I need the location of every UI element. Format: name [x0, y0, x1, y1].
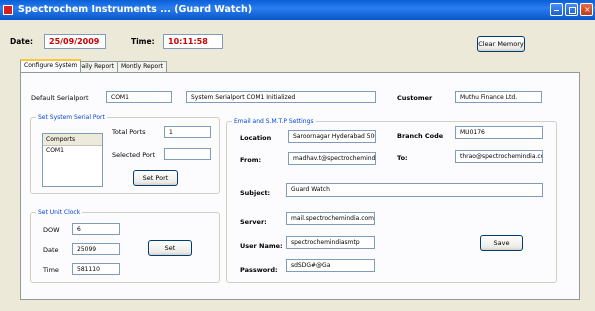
set-clock-button[interactable]: Set [148, 240, 192, 256]
server-field[interactable]: mail.spectrochemindia.com [286, 212, 375, 225]
smtp-settings-group-title: Email and S.M.T.P Settings [232, 117, 316, 126]
tab-configure-system[interactable]: Configure System [20, 59, 82, 73]
comports-list[interactable]: Comports COM1 [42, 133, 103, 187]
unit-clock-group-title: Set Unit Clock [36, 208, 83, 217]
clock-date-field[interactable]: 25099 [72, 243, 120, 255]
subject-field[interactable]: Guard Watch [286, 183, 543, 197]
maximize-button[interactable] [565, 3, 578, 16]
list-item[interactable]: COM1 [43, 146, 102, 155]
location-field[interactable]: Saroornagar Hyderabad 5000 [288, 130, 376, 143]
from-field[interactable]: madhav.t@spectrochemindia [288, 152, 376, 165]
dow-field[interactable]: 6 [72, 223, 120, 235]
clock-time-field[interactable]: 581110 [72, 263, 120, 275]
to-label: To: [397, 154, 408, 162]
close-icon: × [584, 5, 591, 14]
clock-date-label: Date [43, 246, 59, 254]
save-button[interactable]: Save [480, 235, 523, 251]
date-display: 25/09/2009 [44, 34, 106, 49]
set-port-button[interactable]: Set Port [133, 170, 178, 186]
minimize-button[interactable] [550, 3, 563, 16]
username-label: User Name: [240, 242, 283, 250]
total-ports-label: Total Ports [112, 128, 146, 136]
selected-port-label: Selected Port [112, 151, 156, 159]
customer-field[interactable]: Muthu Finance Ltd. [455, 91, 542, 103]
default-serialport-label: Default Serialport [31, 94, 89, 102]
serial-status-field: System Serialport COM1 Initialized [186, 91, 376, 103]
tab-montly-report[interactable]: Montly Report [117, 61, 168, 72]
smtp-settings-group: Email and S.M.T.P Settings [226, 117, 557, 283]
username-field[interactable]: spectrochemindiasmtp [286, 236, 375, 249]
dow-label: DOW [43, 226, 60, 234]
minimize-icon [554, 10, 559, 11]
location-label: Location [240, 134, 272, 142]
password-field[interactable]: sdSDG#@Ga [286, 259, 375, 272]
title-bar[interactable]: Spectrochem Instruments ... (Guard Watch… [0, 0, 595, 20]
time-label: Time: [131, 37, 155, 46]
from-label: From: [240, 156, 262, 164]
comports-list-header: Comports [43, 134, 102, 146]
app-icon [3, 5, 13, 15]
to-field[interactable]: thrao@spectrochemindia.con [455, 150, 543, 163]
total-ports-field[interactable]: 1 [164, 126, 211, 138]
close-button[interactable]: × [580, 3, 593, 16]
password-label: Password: [240, 266, 278, 274]
date-label: Date: [10, 37, 33, 46]
selected-port-field[interactable] [164, 148, 211, 160]
clear-memory-button[interactable]: Clear Memory [477, 36, 525, 52]
branch-code-field[interactable]: MU0176 [455, 126, 543, 139]
time-display: 10:11:58 [163, 34, 223, 49]
maximize-icon [569, 7, 576, 14]
clock-time-label: Time [43, 266, 59, 274]
subject-label: Subject: [240, 189, 271, 197]
server-label: Server: [240, 218, 267, 226]
default-serialport-field[interactable]: COM1 [106, 91, 172, 103]
window-title: Spectrochem Instruments ... (Guard Watch… [18, 4, 253, 15]
branch-code-label: Branch Code [397, 132, 444, 140]
app-window: Spectrochem Instruments ... (Guard Watch… [0, 0, 595, 311]
serial-port-group-title: Set System Serial Port [36, 113, 107, 122]
customer-label: Customer [397, 94, 433, 102]
